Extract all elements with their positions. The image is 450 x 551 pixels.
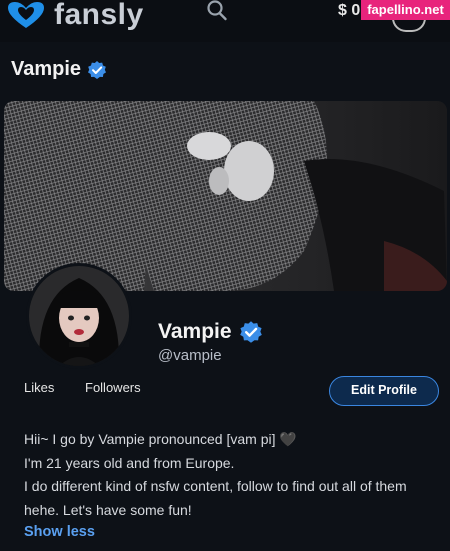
user-avatar-icon[interactable] bbox=[392, 18, 426, 32]
banner-image bbox=[4, 101, 447, 291]
profile-handle: @vampie bbox=[158, 347, 222, 364]
bio-line: Hii~ I go by Vampie pronounced [vam pi] … bbox=[24, 431, 297, 447]
likes-stat[interactable]: Likes bbox=[24, 380, 54, 395]
verified-badge-icon bbox=[88, 60, 107, 79]
profile-banner[interactable] bbox=[4, 101, 447, 291]
app-name: fansly bbox=[54, 0, 144, 31]
edit-profile-button[interactable]: Edit Profile bbox=[329, 376, 439, 406]
avatar-image bbox=[29, 266, 129, 366]
fansly-logo-icon bbox=[8, 2, 44, 28]
balance-amount[interactable]: $ 0 bbox=[338, 2, 360, 20]
show-less-link[interactable]: Show less bbox=[24, 524, 95, 540]
watermark: fapellino.net bbox=[361, 0, 450, 20]
bio-line: I'm 21 years old and from Europe. bbox=[24, 454, 235, 471]
bio-line: I do different kind of nsfw content, fol… bbox=[24, 478, 407, 494]
page-title-row: Vampie bbox=[11, 58, 107, 81]
profile-avatar[interactable] bbox=[26, 263, 132, 369]
verified-badge-icon bbox=[239, 321, 262, 343]
fansly-logo[interactable]: fansly bbox=[4, 0, 144, 31]
top-bar: fansly $ 0 fapellino.net bbox=[0, 0, 450, 42]
profile-bio: Hii~ I go by Vampie pronounced [vam pi] … bbox=[24, 428, 444, 522]
page-title: Vampie bbox=[11, 58, 82, 80]
profile-display-name: Vampie bbox=[158, 320, 232, 343]
profile-name-row: Vampie bbox=[158, 320, 263, 344]
followers-stat[interactable]: Followers bbox=[85, 380, 141, 395]
search-icon[interactable] bbox=[206, 0, 228, 22]
profile-name-block: Vampie @vampie bbox=[158, 320, 263, 364]
bio-line: hehe. Let's have some fun! bbox=[24, 501, 192, 518]
